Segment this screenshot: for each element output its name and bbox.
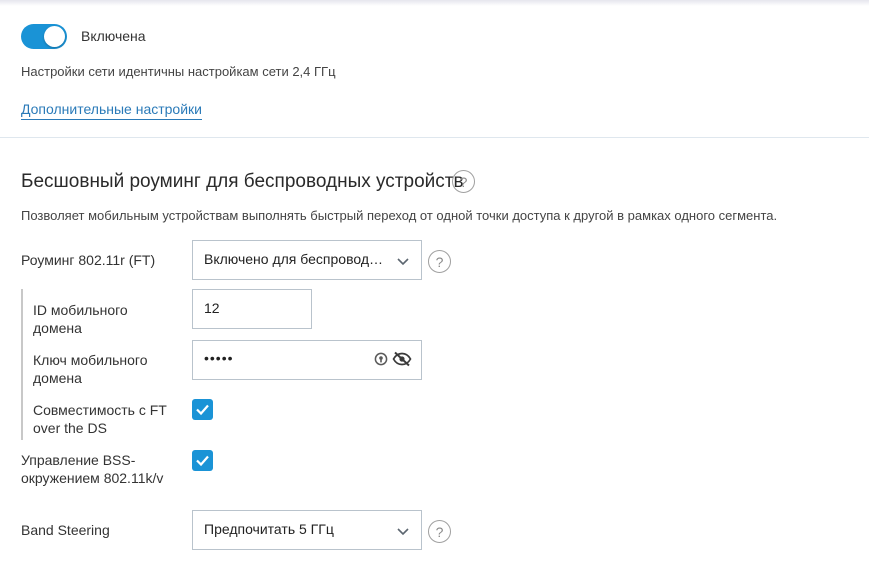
mobility-domain-id-value: 12: [204, 300, 220, 316]
ft-roaming-value: Включено для беспроводн...: [204, 251, 388, 267]
ft-roaming-select[interactable]: Включено для беспроводн...: [192, 240, 422, 280]
roaming-description: Позволяет мобильным устройствам выполнят…: [21, 208, 778, 223]
checkmark-icon: [196, 455, 209, 467]
roaming-section-title: Бесшовный роуминг для беспроводных устро…: [21, 171, 464, 192]
bss-transition-label-line1: Управление BSS-: [21, 452, 136, 468]
network-enable-toggle[interactable]: [21, 24, 67, 49]
bss-transition-label-line2: окружением 802.11k/v: [21, 470, 164, 486]
top-shadow: [0, 0, 869, 6]
ft-roaming-label: Роуминг 802.11r (FT): [21, 252, 156, 268]
ft-over-ds-label-line1: Совместимость с FT: [33, 402, 167, 418]
band-steering-value: Предпочитать 5 ГГц: [204, 521, 334, 537]
mobility-domain-key-input[interactable]: •••••: [192, 340, 422, 380]
indent-bar: [21, 289, 23, 440]
ft-over-ds-checkbox[interactable]: [192, 399, 213, 420]
password-icons: [374, 351, 412, 367]
chevron-down-icon: [397, 528, 409, 536]
mobility-domain-key-label: Ключ мобильного домена: [33, 351, 148, 387]
roaming-help-icon[interactable]: ?: [452, 170, 475, 193]
wifi-settings-page: Включена Настройки сети идентичны настро…: [0, 0, 869, 568]
bss-transition-label: Управление BSS- окружением 802.11k/v: [21, 451, 163, 487]
bss-transition-checkbox[interactable]: [192, 450, 213, 471]
key-manager-icon[interactable]: [374, 352, 388, 366]
mobility-domain-id-label: ID мобильного домена: [33, 301, 128, 337]
band-steering-select[interactable]: Предпочитать 5 ГГц: [192, 510, 422, 550]
mobility-domain-id-input[interactable]: 12: [192, 289, 312, 329]
advanced-settings-link[interactable]: Дополнительные настройки: [21, 101, 202, 120]
checkmark-icon: [196, 404, 209, 416]
same-settings-note: Настройки сети идентичны настройкам сети…: [21, 64, 336, 79]
section-divider: [0, 137, 869, 138]
ft-roaming-help-icon[interactable]: ?: [428, 250, 451, 273]
mobility-domain-key-label-line1: Ключ мобильного: [33, 352, 148, 368]
toggle-knob: [44, 26, 65, 47]
ft-over-ds-label-line2: over the DS: [33, 420, 107, 436]
mobility-domain-key-value: •••••: [204, 350, 234, 366]
mobility-domain-id-label-line2: домена: [33, 320, 82, 336]
band-steering-label: Band Steering: [21, 522, 110, 538]
toggle-label: Включена: [81, 28, 146, 44]
band-steering-help-icon[interactable]: ?: [428, 520, 451, 543]
ft-over-ds-label: Совместимость с FT over the DS: [33, 401, 167, 437]
eye-slash-icon[interactable]: [392, 351, 412, 367]
chevron-down-icon: [397, 258, 409, 266]
mobility-domain-key-label-line2: домена: [33, 370, 82, 386]
mobility-domain-id-label-line1: ID мобильного: [33, 302, 128, 318]
